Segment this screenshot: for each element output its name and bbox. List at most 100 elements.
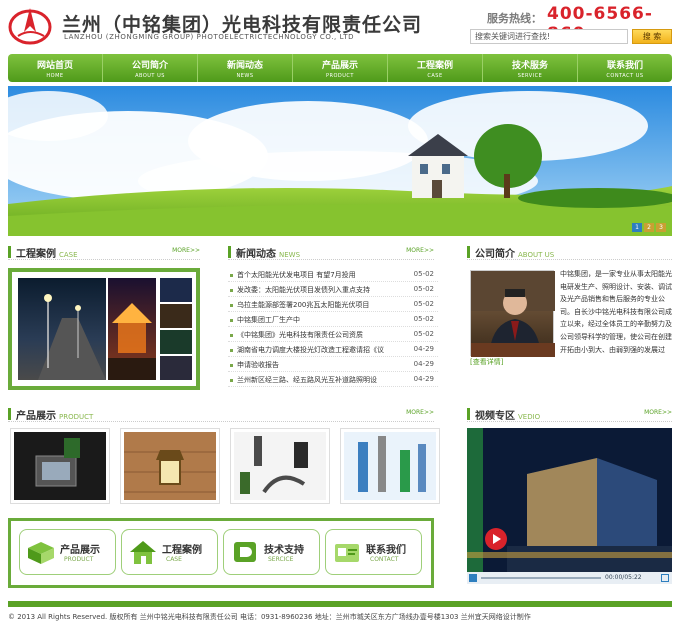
section-title: 新闻动态 NEWS <box>236 245 300 260</box>
product-thumb-lawn-lamp[interactable] <box>230 428 330 504</box>
banner-dot[interactable]: 3 <box>656 223 666 232</box>
section-title: 视频专区 VEDIO <box>475 407 540 422</box>
nav-label-en: CONTACT US <box>606 73 644 79</box>
play-control-icon[interactable] <box>469 574 477 582</box>
news-date: 05-02 <box>413 270 434 278</box>
product-thumb-landscape-lamp[interactable] <box>340 428 440 504</box>
cases-title: 工程案例 <box>16 249 56 260</box>
banner-dot[interactable]: 2 <box>644 223 654 232</box>
nav-item-product[interactable]: 产品展示 PRODUCT <box>293 54 388 82</box>
video-title-en: VEDIO <box>518 413 541 421</box>
nav-item-about[interactable]: 公司简介 ABOUT US <box>103 54 198 82</box>
news-item[interactable]: 发改委：太阳能光伏项目发债列入重点支持 05-02 <box>228 283 438 297</box>
video-title: 视频专区 <box>475 411 515 422</box>
news-item[interactable]: 兰州新区经三路、经五路风光互补道路照明设 04-29 <box>228 373 438 387</box>
news-title-text: 申请验收报告 <box>237 361 279 369</box>
cases-title-en: CASE <box>59 251 78 259</box>
nav-item-home[interactable]: 网站首页 HOME <box>8 54 103 82</box>
news-item[interactable]: 中铭集团工厂生产中 05-02 <box>228 313 438 327</box>
about-title-en: ABOUT US <box>518 251 555 259</box>
video-player[interactable]: 00:00/05:22 <box>467 428 672 584</box>
section-marker <box>8 246 11 258</box>
section-marker <box>228 246 231 258</box>
video-more-link[interactable]: MORE>> <box>644 409 672 416</box>
products-title-en: PRODUCT <box>59 413 94 421</box>
news-item[interactable]: 乌拉圭能源部签署200兆瓦太阳能光伏项目 05-02 <box>228 298 438 312</box>
search-input[interactable] <box>470 29 628 44</box>
about-more-link[interactable]: [查看详情] <box>470 358 503 366</box>
banner-pagination: 1 2 3 <box>632 223 666 232</box>
about-header: 公司简介 ABOUT US <box>467 244 672 260</box>
news-item[interactable]: 首个太阳能光伏发电项目 有望7月投用 05-02 <box>228 268 438 282</box>
news-title-text: 首个太阳能光伏发电项目 有望7月投用 <box>237 271 356 279</box>
footer-copyright: © 2013 All Rights Reserved. 版权所有 兰州中铭光电科… <box>8 613 531 621</box>
quick-button-label-en: CASE <box>166 556 182 563</box>
video-progress-bar[interactable] <box>481 577 601 579</box>
contact-card-icon <box>332 538 362 566</box>
case-photo-pavilion[interactable] <box>108 278 156 380</box>
case-thumb-1[interactable] <box>160 278 192 302</box>
product-box-icon <box>26 538 56 566</box>
news-title-text: 兰州新区经三路、经五路风光互补道路照明设 <box>237 376 377 384</box>
case-photo-street[interactable] <box>18 278 106 380</box>
news-title-text: 发改委：太阳能光伏项目发债列入重点支持 <box>237 286 370 294</box>
products-header: 产品展示 PRODUCT MORE>> <box>8 406 434 422</box>
bullet <box>230 349 233 352</box>
quick-button-label: 联系我们 <box>366 545 406 556</box>
quick-button-label-en: CONTACT <box>370 556 399 563</box>
section-title: 公司简介 ABOUT US <box>475 245 554 260</box>
hero-banner[interactable]: 1 2 3 <box>8 86 672 236</box>
section-marker <box>8 408 11 420</box>
news-item[interactable]: 《中铭集团》光电科技有限责任公司资质 05-02 <box>228 328 438 342</box>
quick-button-label: 产品展示 <box>60 545 100 556</box>
news-date: 05-02 <box>413 330 434 338</box>
nav-label: 联系我们 <box>606 61 643 71</box>
nav-label: 新闻动态 <box>226 61 263 71</box>
bullet <box>230 274 233 277</box>
fullscreen-icon[interactable] <box>661 574 669 582</box>
product-thumb-wall-lamp[interactable] <box>120 428 220 504</box>
video-controls: 00:00/05:22 <box>467 572 672 584</box>
products-more-link[interactable]: MORE>> <box>406 409 434 416</box>
news-item[interactable]: 申请验收报告 04-29 <box>228 358 438 372</box>
about-text-continued: [查看详情] <box>470 356 672 369</box>
news-date: 04-29 <box>413 375 434 383</box>
nav-label: 公司简介 <box>131 61 168 71</box>
news-item[interactable]: 湖南省电力调度大楼投光灯改造工程邀请招《议 04-29 <box>228 343 438 357</box>
news-title-text: 中铭集团工厂生产中 <box>237 316 300 324</box>
quick-button-label: 工程案例 <box>162 545 202 556</box>
banner-image <box>8 86 672 236</box>
cases-more-link[interactable]: MORE>> <box>172 247 200 254</box>
nav-label: 工程案例 <box>416 61 453 71</box>
quick-button-label-en: PRODUCT <box>64 556 94 563</box>
section-title: 工程案例 CASE <box>16 245 78 260</box>
nav-label-en: SERVICE <box>517 73 543 79</box>
nav-label-en: ABOUT US <box>135 73 165 79</box>
search-button[interactable]: 搜 索 <box>632 29 672 44</box>
quick-button-product[interactable]: 产品展示 PRODUCT <box>19 529 116 575</box>
news-title-en: NEWS <box>279 251 301 259</box>
play-icon[interactable] <box>485 528 507 550</box>
company-name-english: LANZHOU (ZHONGMING GROUP) PHOTOELECTRICT… <box>64 33 355 41</box>
case-thumb-4[interactable] <box>160 356 192 380</box>
about-text-side: 中铭集团，是一家专业从事太阳能光电研发生产、照明设计、安装、调试及光产品销售和售… <box>560 270 672 354</box>
nav-item-case[interactable]: 工程案例 CASE <box>388 54 483 82</box>
nav-item-service[interactable]: 技术服务 SERVICE <box>483 54 578 82</box>
bullet <box>230 304 233 307</box>
case-thumb-2[interactable] <box>160 304 192 328</box>
nav-item-news[interactable]: 新闻动态 NEWS <box>198 54 293 82</box>
company-logo[interactable] <box>8 6 56 46</box>
product-thumb-floodlight[interactable] <box>10 428 110 504</box>
news-date: 04-29 <box>413 360 434 368</box>
quick-button-case[interactable]: 工程案例 CASE <box>121 529 218 575</box>
nav-label-en: PRODUCT <box>326 73 354 79</box>
quick-button-contact[interactable]: 联系我们 CONTACT <box>325 529 422 575</box>
nav-label: 网站首页 <box>36 61 73 71</box>
news-title-text: 湖南省电力调度大楼投光灯改造工程邀请招《议 <box>237 346 384 354</box>
quick-button-support[interactable]: 技术支持 SERCICE <box>223 529 320 575</box>
case-thumb-3[interactable] <box>160 330 192 354</box>
nav-label-en: HOME <box>46 73 64 79</box>
news-more-link[interactable]: MORE>> <box>406 247 434 254</box>
banner-dot[interactable]: 1 <box>632 223 642 232</box>
nav-item-contact[interactable]: 联系我们 CONTACT US <box>578 54 672 82</box>
